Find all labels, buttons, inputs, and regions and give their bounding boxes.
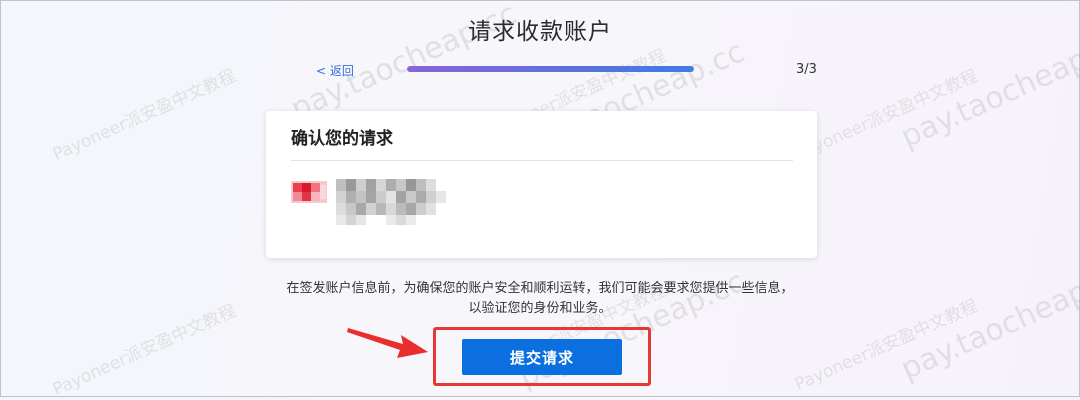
watermark-text: pay.taocheap.cc (895, 256, 1080, 387)
watermark-text: Payoneer派安盈中文教程 (49, 301, 239, 400)
pointer-arrow-icon (347, 328, 428, 358)
blurred-account-info (336, 179, 446, 225)
back-link[interactable]: < 返回 (316, 62, 354, 79)
page-title: 请求收款账户 (468, 19, 612, 45)
bank-logo-icon (291, 181, 327, 203)
verification-notice: 在签发账户信息前，为确保您的账户安全和顺利运转，我们可能会要求您提供一些信息， … (260, 279, 820, 319)
watermark-text: Payoneer派安盈中文教程 (791, 66, 981, 165)
card-divider (291, 160, 793, 161)
notice-line-1: 在签发账户信息前，为确保您的账户安全和顺利运转，我们可能会要求您提供一些信息， (286, 281, 794, 296)
confirm-request-card: 确认您的请求 (266, 111, 817, 258)
submit-request-button[interactable]: 提交请求 (462, 339, 622, 375)
progress-bar-fill (407, 66, 694, 72)
card-title: 确认您的请求 (291, 129, 393, 149)
watermark-text: Payoneer派安盈中文教程 (49, 66, 239, 165)
progress-bar (407, 66, 694, 72)
step-counter: 3/3 (796, 62, 817, 77)
notice-line-2: 以验证您的身份和业务。 (468, 301, 612, 316)
